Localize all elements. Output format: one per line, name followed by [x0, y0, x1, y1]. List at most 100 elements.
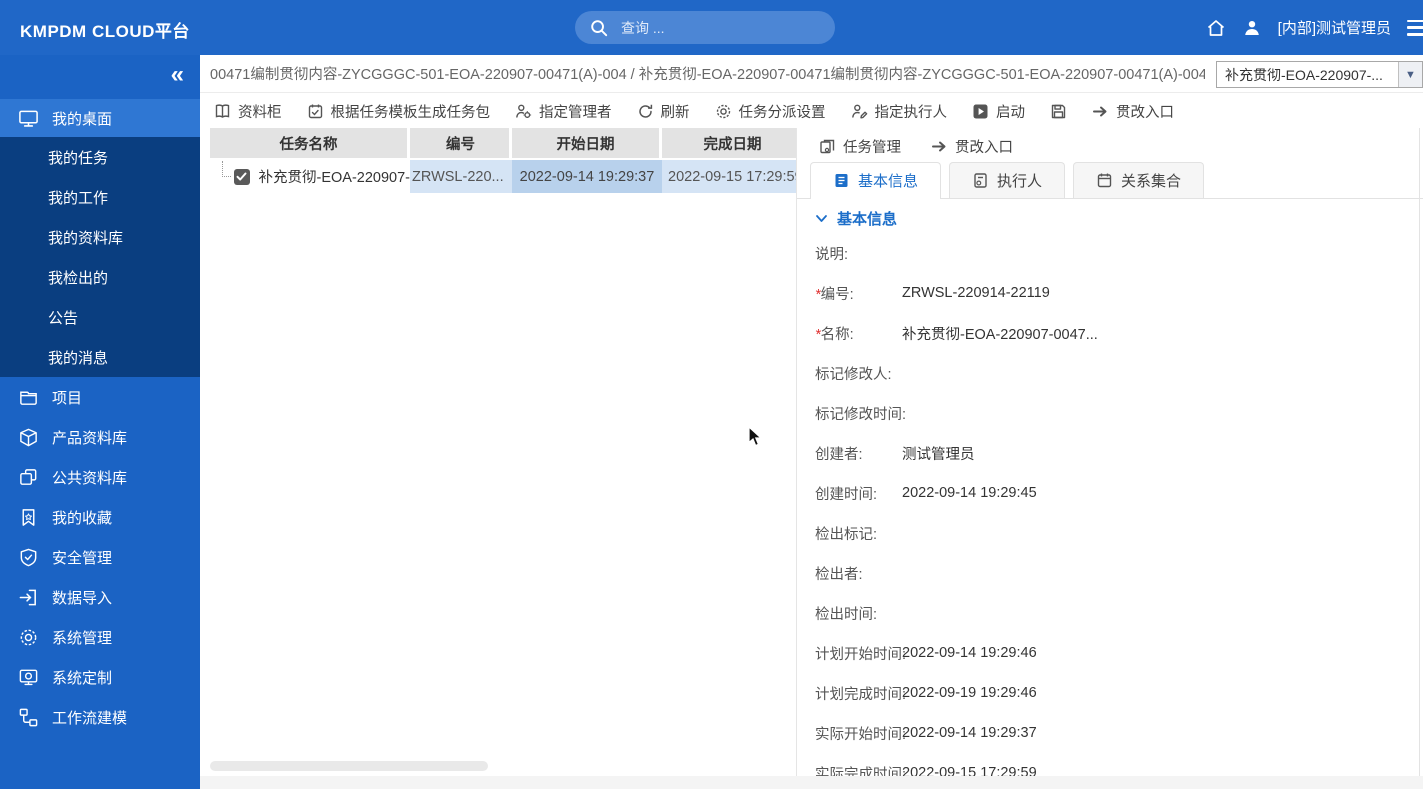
- section-title: 基本信息: [837, 208, 897, 229]
- import-icon: [18, 587, 39, 608]
- tab-basic-info[interactable]: 基本信息: [810, 162, 941, 198]
- column-header-code[interactable]: 编号: [410, 128, 512, 158]
- tab-label: 关系集合: [1121, 170, 1181, 191]
- change-entry-button[interactable]: 贯改入口: [1092, 101, 1174, 122]
- sidebar-item-my-messages[interactable]: 我的消息: [0, 337, 200, 377]
- column-header-end-date[interactable]: 完成日期: [662, 128, 797, 158]
- workflow-icon: [18, 707, 39, 728]
- sidebar-item-system-admin[interactable]: 系统管理: [0, 617, 200, 657]
- search-input[interactable]: [621, 20, 791, 36]
- arrow-right-icon: [1092, 103, 1109, 120]
- sidebar-item-data-import[interactable]: 数据导入: [0, 577, 200, 617]
- topbar-right: [内部]测试管理员: [1206, 0, 1423, 55]
- tab-label: 执行人: [997, 170, 1042, 191]
- bookmark-icon: [18, 507, 39, 528]
- field-label: *名称:: [797, 323, 902, 344]
- current-user[interactable]: [内部]测试管理员: [1278, 17, 1391, 38]
- task-name-cell[interactable]: 补充贯彻-EOA-220907-: [210, 160, 410, 193]
- task-name-text: 补充贯彻-EOA-220907-: [259, 166, 411, 187]
- save-button[interactable]: [1050, 103, 1067, 120]
- sidebar-item-my-favorites[interactable]: 我的收藏: [0, 497, 200, 537]
- field-row-checkout-by: 检出者:: [797, 553, 1423, 593]
- field-row-creator: 创建者: 测试管理员: [797, 433, 1423, 473]
- task-toolbar: 资料柜 根据任务模板生成任务包 指定管理者 刷新 任务分派设置 指定执行人: [200, 94, 1423, 128]
- row-checkbox[interactable]: [234, 169, 250, 185]
- sidebar-item-my-library[interactable]: 我的资料库: [0, 217, 200, 257]
- sidebar-item-my-desktop[interactable]: 我的桌面: [0, 99, 200, 137]
- task-end-cell[interactable]: 2022-09-15 17:29:59: [662, 160, 797, 193]
- task-manage-icon: [819, 138, 836, 155]
- sidebar-item-label: 系统定制: [52, 667, 112, 688]
- sidebar-item-label: 我的任务: [48, 147, 108, 168]
- tool-label: 任务管理: [843, 136, 901, 157]
- sidebar-item-workflow-modeling[interactable]: 工作流建模: [0, 697, 200, 737]
- basic-info-section-header[interactable]: 基本信息: [815, 208, 897, 229]
- tab-relations[interactable]: 关系集合: [1073, 162, 1204, 198]
- sidebar-item-label: 我的消息: [48, 347, 108, 368]
- cabinet-button[interactable]: 资料柜: [214, 101, 282, 122]
- field-label: 实际完成时间:: [797, 763, 902, 777]
- field-label: *编号:: [797, 283, 902, 304]
- column-header-task-name[interactable]: 任务名称: [210, 128, 410, 158]
- menu-icon[interactable]: [1407, 20, 1423, 36]
- change-entry-button-detail[interactable]: 贯改入口: [931, 136, 1013, 157]
- chevron-down-icon[interactable]: ▼: [1398, 62, 1422, 87]
- task-dispatch-settings-button[interactable]: 任务分派设置: [715, 101, 826, 122]
- sidebar-item-label: 我检出的: [48, 267, 108, 288]
- breadcrumb-bar: 00471编制贯彻内容-ZYCGGGC-501-EOA-220907-00471…: [200, 55, 1423, 93]
- sidebar-item-announcements[interactable]: 公告: [0, 297, 200, 337]
- tool-label: 任务分派设置: [739, 101, 826, 122]
- field-label: 实际开始时间:: [797, 723, 902, 744]
- task-code-cell[interactable]: ZRWSL-220...: [410, 160, 512, 193]
- horizontal-scrollbar[interactable]: [210, 761, 488, 771]
- tool-label: 贯改入口: [1116, 101, 1174, 122]
- sidebar-item-my-work[interactable]: 我的工作: [0, 177, 200, 217]
- sidebar-main-items: 项目 产品资料库 公共资料库 我的收藏 安全管理 数据导入: [0, 377, 200, 737]
- sidebar-item-label: 系统管理: [52, 627, 112, 648]
- sidebar-item-my-checkouts[interactable]: 我检出的: [0, 257, 200, 297]
- cube-icon: [18, 427, 39, 448]
- sidebar-item-security[interactable]: 安全管理: [0, 537, 200, 577]
- assign-manager-button[interactable]: 指定管理者: [515, 101, 612, 122]
- sidebar-item-projects[interactable]: 项目: [0, 377, 200, 417]
- field-label: 计划完成时间:: [797, 683, 902, 704]
- chevron-down-icon: [815, 212, 828, 225]
- field-label: 创建者:: [797, 443, 902, 464]
- user-icon[interactable]: [1242, 18, 1262, 38]
- field-label: 计划开始时间:: [797, 643, 902, 664]
- breadcrumb: 00471编制贯彻内容-ZYCGGGC-501-EOA-220907-00471…: [210, 63, 1205, 84]
- home-icon[interactable]: [1206, 18, 1226, 38]
- task-manage-button[interactable]: 任务管理: [819, 136, 901, 157]
- vertical-scrollbar-track[interactable]: [1419, 128, 1420, 776]
- sidebar-collapse-button[interactable]: «: [171, 63, 184, 87]
- person-gear-icon: [515, 103, 532, 120]
- generate-task-package-button[interactable]: 根据任务模板生成任务包: [307, 101, 491, 122]
- global-search[interactable]: [575, 11, 835, 44]
- field-label: 创建时间:: [797, 483, 902, 504]
- start-button[interactable]: 启动: [972, 101, 1025, 122]
- task-start-cell[interactable]: 2022-09-14 19:29:37: [512, 160, 662, 193]
- shield-check-icon: [18, 547, 39, 568]
- field-row-mark-modifier: 标记修改人:: [797, 353, 1423, 393]
- column-header-start-date[interactable]: 开始日期: [512, 128, 662, 158]
- object-selector-dropdown[interactable]: 补充贯彻-EOA-220907-... ▼: [1216, 61, 1423, 88]
- sidebar-item-product-library[interactable]: 产品资料库: [0, 417, 200, 457]
- detail-tabs: 基本信息 执行人 关系集合: [797, 162, 1423, 199]
- field-label: 检出时间:: [797, 603, 902, 624]
- table-row[interactable]: 补充贯彻-EOA-220907- ZRWSL-220... 2022-09-14…: [210, 160, 797, 193]
- sidebar-item-my-tasks[interactable]: 我的任务: [0, 137, 200, 177]
- field-row-checkout-mark: 检出标记:: [797, 513, 1423, 553]
- save-icon: [1050, 103, 1067, 120]
- field-value: 补充贯彻-EOA-220907-0047...: [902, 323, 1098, 344]
- refresh-button[interactable]: 刷新: [637, 101, 690, 122]
- sidebar-item-public-library[interactable]: 公共资料库: [0, 457, 200, 497]
- field-row-name: *名称: 补充贯彻-EOA-220907-0047...: [797, 313, 1423, 353]
- assign-executor-button[interactable]: 指定执行人: [851, 101, 948, 122]
- field-label: 说明:: [797, 243, 902, 264]
- field-row-create-time: 创建时间: 2022-09-14 19:29:45: [797, 473, 1423, 513]
- task-detail-pane: 任务管理 贯改入口 基本信息 执行人 关系集合: [797, 128, 1423, 776]
- field-value: 2022-09-19 19:29:46: [902, 685, 1037, 701]
- tab-executors[interactable]: 执行人: [949, 162, 1065, 198]
- field-row-planned-start: 计划开始时间: 2022-09-14 19:29:46: [797, 633, 1423, 673]
- sidebar-item-system-custom[interactable]: 系统定制: [0, 657, 200, 697]
